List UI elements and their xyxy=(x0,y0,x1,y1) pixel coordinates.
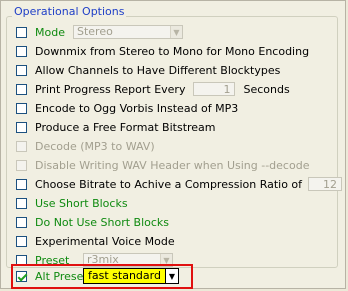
voice-mode-checkbox[interactable] xyxy=(16,235,27,247)
mode-checkbox[interactable] xyxy=(16,26,27,38)
option-ogg-vorbis: Encode to Ogg Vorbis Instead of MP3 xyxy=(16,100,238,116)
alt-preset-row: Alt Preset fast standard ▼ xyxy=(16,268,179,284)
mode-select[interactable]: Stereo ▼ xyxy=(72,25,183,39)
blocktypes-checkbox[interactable] xyxy=(16,64,27,76)
option-free-format: Produce a Free Format Bitstream xyxy=(16,119,216,135)
progress-label: Print Progress Report Every xyxy=(35,82,186,96)
blocktypes-label: Allow Channels to Have Different Blockty… xyxy=(35,63,281,77)
mode-label: Mode xyxy=(35,25,65,39)
downmix-label: Downmix from Stereo to Mono for Mono Enc… xyxy=(35,44,310,58)
short-blocks-checkbox[interactable] xyxy=(16,197,27,209)
alt-preset-label: Alt Preset xyxy=(35,269,88,283)
decode-checkbox[interactable] xyxy=(16,140,27,152)
free-format-checkbox[interactable] xyxy=(16,121,27,133)
no-short-blocks-label: Do Not Use Short Blocks xyxy=(35,215,170,229)
mode-value: Stereo xyxy=(76,25,113,38)
ogg-label: Encode to Ogg Vorbis Instead of MP3 xyxy=(35,101,239,115)
option-short-blocks: Use Short Blocks xyxy=(16,195,128,211)
group-title: Operational Options xyxy=(12,5,127,18)
option-disable-wav-header: Disable Writing WAV Header when Using --… xyxy=(16,157,309,173)
chevron-down-icon: ▼ xyxy=(169,26,182,38)
downmix-checkbox[interactable] xyxy=(16,45,27,57)
alt-preset-select[interactable]: fast standard ▼ xyxy=(83,268,179,284)
free-format-label: Produce a Free Format Bitstream xyxy=(35,120,216,134)
wav-header-label: Disable Writing WAV Header when Using --… xyxy=(35,158,310,172)
options-panel: Operational Options Mode Stereo ▼ Downmi… xyxy=(0,0,348,289)
alt-preset-checkbox[interactable] xyxy=(16,270,27,282)
alt-preset-value: fast standard xyxy=(88,269,161,282)
mode-row: Mode Stereo ▼ xyxy=(16,24,183,40)
option-decode: Decode (MP3 to WAV) xyxy=(16,138,155,154)
option-voice-mode: Experimental Voice Mode xyxy=(16,233,175,249)
progress-checkbox[interactable] xyxy=(16,83,27,95)
wav-header-checkbox[interactable] xyxy=(16,159,27,171)
option-compression-ratio: Choose Bitrate to Achive a Compression R… xyxy=(16,176,348,192)
compression-label: Choose Bitrate to Achive a Compression R… xyxy=(35,177,303,191)
decode-label: Decode (MP3 to WAV) xyxy=(35,139,155,153)
seconds-label: Seconds xyxy=(243,82,290,96)
progress-seconds-input[interactable]: 1 xyxy=(193,82,236,96)
compression-ratio-input[interactable]: 12 xyxy=(308,177,343,191)
no-short-blocks-checkbox[interactable] xyxy=(16,216,27,228)
option-no-short-blocks: Do Not Use Short Blocks xyxy=(16,214,169,230)
short-blocks-label: Use Short Blocks xyxy=(35,196,128,210)
voice-mode-label: Experimental Voice Mode xyxy=(35,234,175,248)
compression-checkbox[interactable] xyxy=(16,178,27,190)
option-downmix: Downmix from Stereo to Mono for Mono Enc… xyxy=(16,43,309,59)
ogg-checkbox[interactable] xyxy=(16,102,27,114)
chevron-down-icon: ▼ xyxy=(164,269,178,283)
option-progress-report: Print Progress Report Every 1 Seconds xyxy=(16,81,290,97)
option-blocktypes: Allow Channels to Have Different Blockty… xyxy=(16,62,280,78)
